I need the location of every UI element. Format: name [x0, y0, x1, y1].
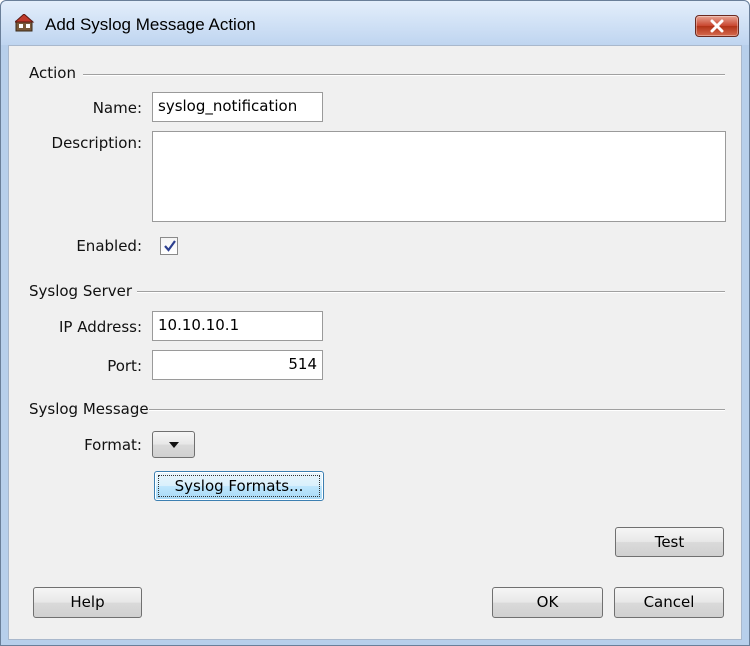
close-icon [710, 19, 724, 33]
port-label: Port: [107, 357, 142, 375]
name-label: Name: [92, 99, 142, 117]
checkmark-icon [164, 240, 176, 252]
action-separator [83, 74, 725, 76]
port-field[interactable]: 514 [152, 350, 323, 380]
description-label: Description: [51, 134, 142, 152]
ok-button-label: OK [536, 593, 559, 611]
format-dropdown[interactable] [152, 431, 195, 458]
ip-address-field[interactable]: 10.10.10.1 [152, 311, 323, 341]
cancel-button[interactable]: Cancel [614, 587, 724, 618]
close-button[interactable] [695, 15, 739, 37]
syslog-message-separator [149, 409, 725, 411]
name-field[interactable]: syslog_notification [152, 92, 323, 122]
enabled-checkbox[interactable] [160, 237, 178, 255]
enabled-label: Enabled: [76, 237, 142, 255]
test-button[interactable]: Test [615, 527, 724, 557]
syslog-server-separator [137, 291, 725, 293]
dialog-title: Add Syslog Message Action [45, 15, 256, 34]
action-section-title: Action [29, 64, 76, 82]
description-field[interactable] [152, 131, 726, 222]
syslog-server-section-title: Syslog Server [29, 282, 133, 300]
syslog-formats-label: Syslog Formats... [174, 477, 304, 495]
format-label: Format: [84, 436, 142, 454]
ok-button[interactable]: OK [492, 587, 603, 618]
cancel-button-label: Cancel [643, 593, 695, 611]
syslog-message-section-title: Syslog Message [29, 400, 149, 418]
syslog-formats-button[interactable]: Syslog Formats... [154, 471, 324, 501]
help-button-label: Help [70, 593, 105, 611]
syslog-app-icon [13, 13, 35, 32]
chevron-down-icon [169, 442, 179, 448]
dialog-window: Add Syslog Message Action Action Name: s… [0, 0, 750, 646]
test-button-label: Test [654, 533, 685, 551]
title-bar[interactable]: Add Syslog Message Action [1, 1, 749, 45]
ip-address-label: IP Address: [58, 318, 142, 336]
dialog-content: Action Name: syslog_notification Descrip… [8, 45, 742, 640]
help-button[interactable]: Help [33, 587, 142, 618]
